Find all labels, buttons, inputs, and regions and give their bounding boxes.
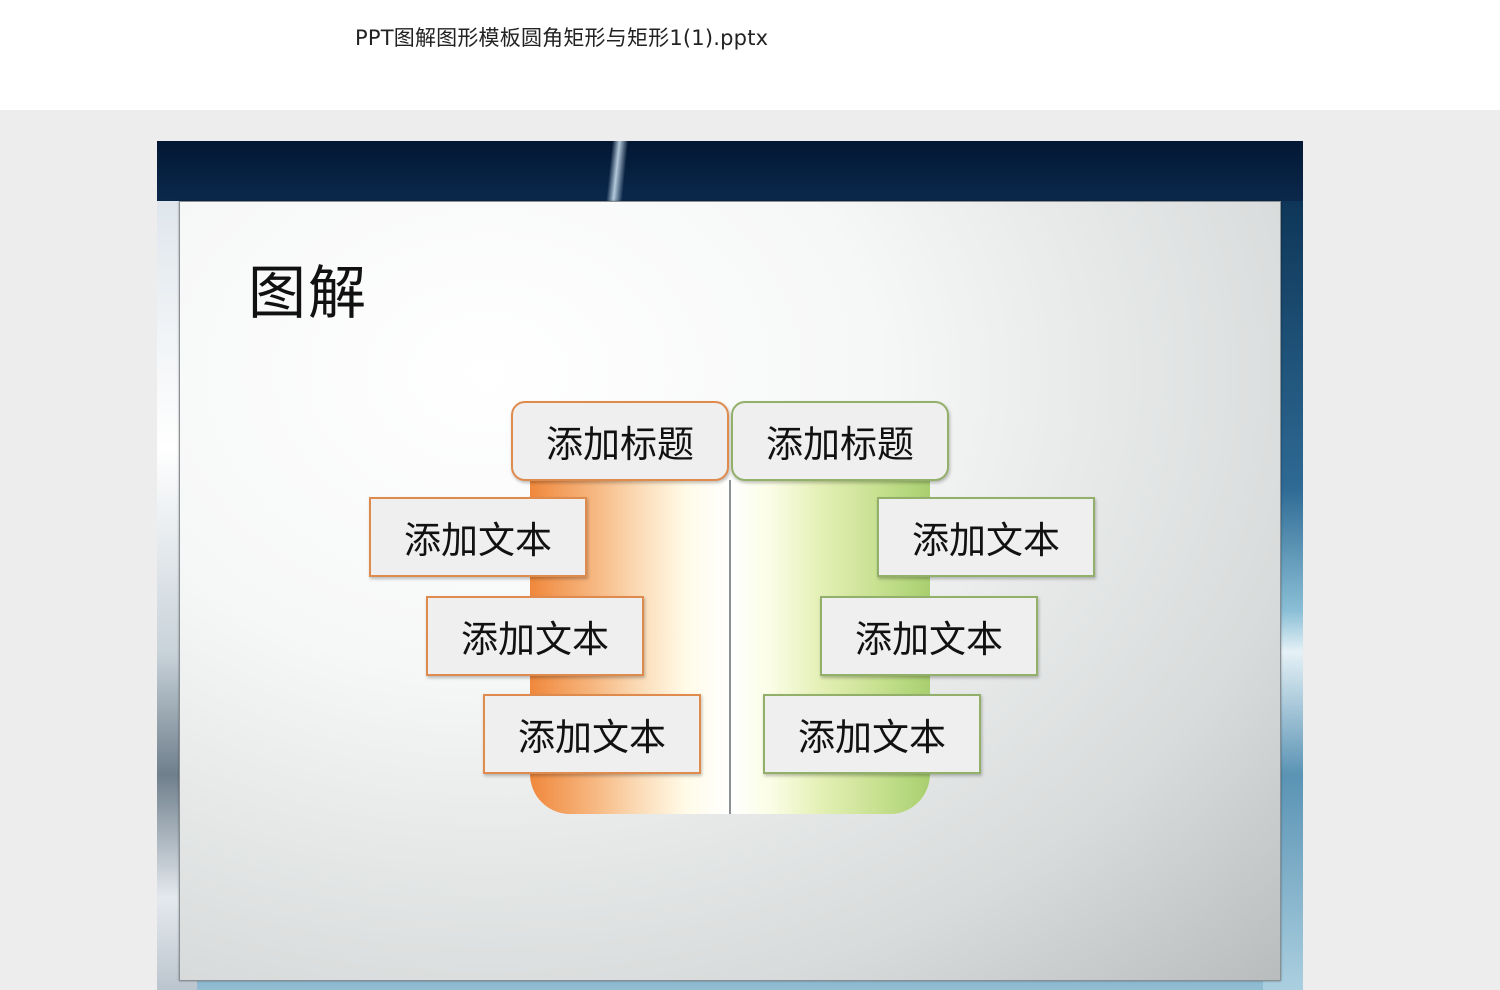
- left-text-box-3: 添加文本: [483, 694, 701, 774]
- file-title: PPT图解图形模板圆角矩形与矩形1(1).pptx: [355, 26, 769, 50]
- diagram-divider: [729, 480, 731, 814]
- slide-background-top: [157, 141, 1303, 206]
- slide-title: 图解: [248, 259, 369, 327]
- left-text-box-2: 添加文本: [426, 596, 644, 676]
- right-text-box-1: 添加文本: [877, 497, 1095, 577]
- document-viewer[interactable]: 图解 添加标题 添加标题 添加文本 添加文本 添加文本 添加文本 添加文本 添加…: [0, 110, 1500, 990]
- right-title-box: 添加标题: [731, 401, 949, 481]
- file-header: PPT图解图形模板圆角矩形与矩形1(1).pptx: [0, 0, 1500, 110]
- left-title-box: 添加标题: [511, 401, 729, 481]
- slide-content-panel: 图解 添加标题 添加标题 添加文本 添加文本 添加文本 添加文本 添加文本 添加…: [179, 201, 1281, 981]
- right-text-box-3: 添加文本: [763, 694, 981, 774]
- left-text-box-1: 添加文本: [369, 497, 587, 577]
- slide-page: 图解 添加标题 添加标题 添加文本 添加文本 添加文本 添加文本 添加文本 添加…: [157, 141, 1303, 990]
- right-text-box-2: 添加文本: [820, 596, 1038, 676]
